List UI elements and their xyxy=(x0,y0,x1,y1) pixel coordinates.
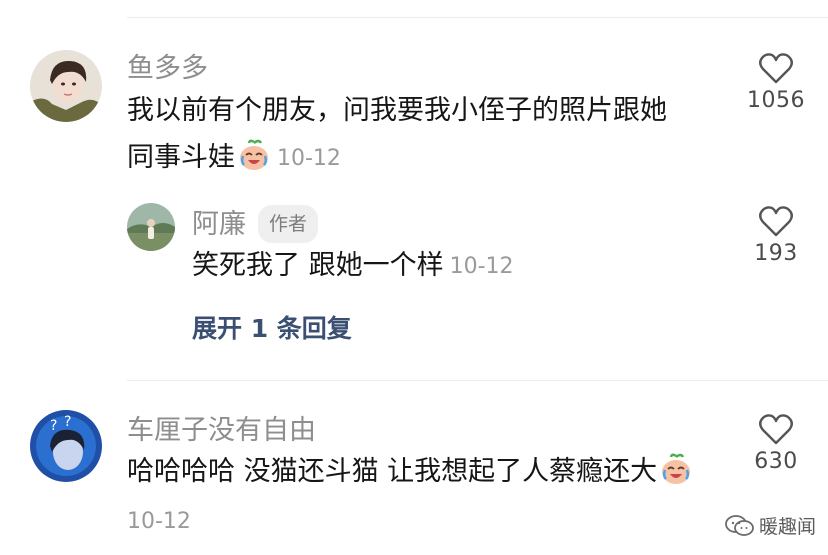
like-button[interactable]: 193 xyxy=(731,205,821,266)
divider xyxy=(127,380,828,381)
like-count: 630 xyxy=(754,449,798,474)
comment-text: 同事斗娃 xyxy=(127,142,235,173)
comment-text-line2: 同事斗娃 10-12 xyxy=(127,137,341,180)
heart-outline-icon xyxy=(759,206,793,237)
reply-username[interactable]: 阿廉 xyxy=(192,209,246,240)
comment-date: 10-12 xyxy=(127,509,191,534)
like-button[interactable]: 1056 xyxy=(731,52,821,113)
reply-date: 10-12 xyxy=(449,254,514,279)
author-badge: 作者 xyxy=(258,205,319,243)
comment-text: 哈哈哈哈 没猫还斗猫 让我想起了人蔡瘾还大 xyxy=(127,456,658,487)
comment-username[interactable]: 鱼多多 xyxy=(127,53,208,85)
like-count: 193 xyxy=(754,241,798,266)
svg-text:?: ? xyxy=(64,414,71,430)
avatar-chelizi[interactable]: ? ? xyxy=(30,410,102,482)
comment-username[interactable]: 车厘子没有自由 xyxy=(127,415,316,447)
heart-outline-icon xyxy=(759,53,793,84)
divider-top xyxy=(127,17,828,18)
watermark: 暖趣闻 xyxy=(725,512,816,539)
reply-username-row: 阿廉 作者 xyxy=(192,205,319,243)
svg-text:?: ? xyxy=(50,418,57,434)
reply-text: 笑死我了 跟她一个样 xyxy=(192,250,444,281)
watermark-text: 暖趣闻 xyxy=(758,516,816,538)
reply-text-row: 笑死我了 跟她一个样 10-12 xyxy=(192,245,514,288)
like-button[interactable]: 630 xyxy=(731,413,821,474)
wechat-icon xyxy=(725,515,754,536)
crying-laughing-peach-emoji xyxy=(659,452,693,486)
crying-laughing-peach-emoji xyxy=(237,138,271,172)
comment-date: 10-12 xyxy=(277,146,341,171)
comment-text-row: 哈哈哈哈 没猫还斗猫 让我想起了人蔡瘾还大 xyxy=(127,451,693,493)
avatar-yuduoduo[interactable] xyxy=(30,50,102,122)
avatar-alian[interactable] xyxy=(127,203,175,251)
heart-outline-icon xyxy=(759,414,793,445)
expand-replies-link[interactable]: 展开 1 条回复 xyxy=(192,313,352,345)
comment-text-line1: 我以前有个朋友，问我要我小侄子的照片跟她 xyxy=(127,95,667,126)
like-count: 1056 xyxy=(747,88,805,113)
